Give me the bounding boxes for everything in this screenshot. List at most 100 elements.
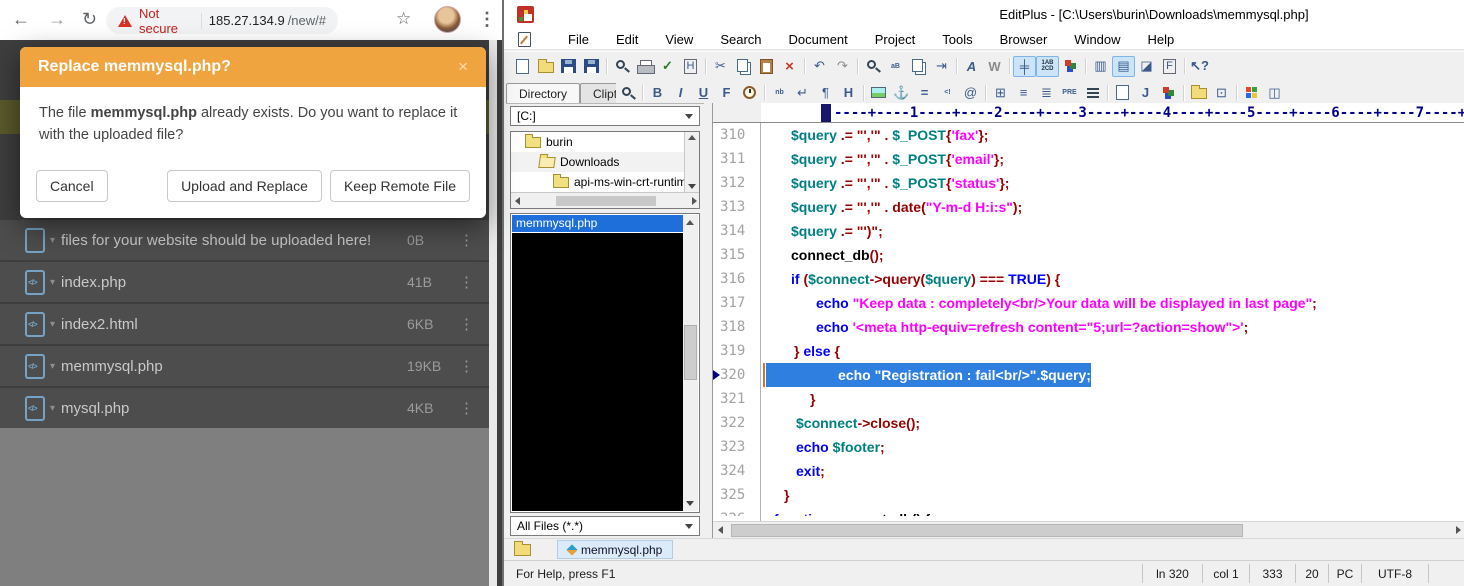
tree-horizontal-scrollbar[interactable]	[511, 192, 700, 208]
menu-browser[interactable]: Browser	[1000, 32, 1048, 47]
code-line-319[interactable]: } else {	[766, 339, 1464, 363]
scroll-down-icon[interactable]	[688, 184, 696, 189]
code-text[interactable]: $query .= "','" . $_POST{'fax'};$query .…	[766, 123, 1464, 521]
spell-check-icon[interactable]: ✓	[656, 56, 679, 77]
code-line-310[interactable]: $query .= "','" . $_POST{'fax'};	[766, 123, 1464, 147]
align-right-icon[interactable]: ≣	[1035, 82, 1058, 103]
font-icon[interactable]: F	[715, 82, 738, 103]
file-name[interactable]: memmysql.php	[61, 358, 407, 375]
font-list-icon[interactable]: A	[960, 56, 983, 77]
file-menu-icon[interactable]: ⋮	[459, 357, 489, 375]
menu-project[interactable]: Project	[875, 32, 915, 47]
menu-help[interactable]: Help	[1148, 32, 1175, 47]
bold-icon[interactable]: B	[646, 82, 669, 103]
paragraph-icon[interactable]: ¶	[814, 82, 837, 103]
selected-file-item[interactable]: memmysql.php	[512, 215, 684, 232]
file-name[interactable]: files for your website should be uploade…	[61, 232, 407, 249]
split-window-icon[interactable]: ◫	[1263, 82, 1286, 103]
scrollbar-thumb[interactable]	[556, 196, 656, 206]
nonbreaking-space-icon[interactable]: nb	[768, 82, 791, 103]
hex-view-icon[interactable]: H	[679, 56, 702, 77]
file-row[interactable]: ▾ files for your website should be upload…	[0, 220, 489, 260]
file-name[interactable]: mysql.php	[61, 400, 407, 417]
file-menu-icon[interactable]: ⋮	[459, 399, 489, 417]
view-in-browser-icon[interactable]	[616, 82, 639, 103]
code-line-323[interactable]: echo $footer;	[766, 435, 1464, 459]
tab-directory[interactable]: Directory	[506, 83, 580, 104]
file-menu-icon[interactable]: ⋮	[459, 231, 489, 249]
scroll-left-icon[interactable]	[718, 526, 723, 534]
scroll-left-icon[interactable]	[515, 197, 520, 205]
code-line-314[interactable]: $query .= "')";	[766, 219, 1464, 243]
print-preview-icon[interactable]	[610, 56, 633, 77]
find-icon[interactable]	[861, 56, 884, 77]
code-line-325[interactable]: }	[766, 483, 1464, 507]
new-file-icon[interactable]	[511, 56, 534, 77]
code-editor-area[interactable]: ----+----1----+----2----+----3----+----4…	[712, 103, 1464, 538]
browser-menu-icon[interactable]: ⋮	[478, 8, 496, 30]
file-dropdown-caret[interactable]: ▾	[50, 361, 55, 372]
toggle-output-icon[interactable]: ◪	[1135, 56, 1158, 77]
file-row[interactable]: ▾memmysql.php19KB⋮	[0, 346, 489, 386]
profile-avatar[interactable]	[434, 6, 461, 33]
new-window-icon[interactable]: ⊡	[1210, 82, 1233, 103]
file-dropdown-caret[interactable]: ▾	[50, 319, 55, 330]
address-bar[interactable]: Not secure 185.27.134.9/new/#	[106, 7, 338, 34]
color-picker-icon[interactable]	[1157, 82, 1180, 103]
heading-icon[interactable]: H	[837, 82, 860, 103]
image-icon[interactable]	[867, 82, 890, 103]
open-selected-icon[interactable]	[1187, 82, 1210, 103]
code-line-322[interactable]: $connect->close();	[766, 411, 1464, 435]
list-icon[interactable]	[1081, 82, 1104, 103]
align-center-icon[interactable]: ≡	[1012, 82, 1035, 103]
file-dropdown-caret[interactable]: ▾	[50, 277, 55, 288]
code-line-312[interactable]: $query .= "','" . $_POST{'status'};	[766, 171, 1464, 195]
code-line-311[interactable]: $query .= "','" . $_POST{'email'};	[766, 147, 1464, 171]
file-dropdown-caret[interactable]: ▾	[50, 235, 55, 246]
copy-icon[interactable]	[732, 56, 755, 77]
file-name[interactable]: index2.html	[61, 316, 407, 333]
editplus-title-bar[interactable]: EditPlus - [C:\Users\burin\Downloads\mem…	[504, 0, 1464, 30]
document-menu-icon[interactable]	[518, 32, 531, 47]
folder-icon[interactable]	[514, 544, 531, 556]
menu-file[interactable]: File	[568, 32, 589, 47]
java-icon[interactable]: J	[1134, 82, 1157, 103]
menu-window[interactable]: Window	[1074, 32, 1120, 47]
reload-button[interactable]: ↻	[82, 8, 97, 30]
menu-edit[interactable]: Edit	[616, 32, 638, 47]
scroll-right-icon[interactable]	[692, 197, 697, 205]
scroll-up-icon[interactable]	[686, 220, 694, 225]
code-line-321[interactable]: }	[766, 387, 1464, 411]
bookmark-star-icon[interactable]: ☆	[396, 8, 411, 30]
file-menu-icon[interactable]: ⋮	[459, 315, 489, 333]
browser-page-scrollbar[interactable]	[489, 40, 497, 586]
delete-icon[interactable]: ×	[778, 56, 801, 77]
scroll-up-icon[interactable]	[688, 135, 696, 140]
code-line-313[interactable]: $query .= "','" . date("Y-m-d H:i:s");	[766, 195, 1464, 219]
table-icon[interactable]: ⊞	[989, 82, 1012, 103]
tree-item-downloads[interactable]: Downloads	[511, 152, 699, 172]
file-name[interactable]: index.php	[61, 274, 407, 291]
toggle-directory-icon[interactable]: ▤	[1112, 56, 1135, 77]
file-menu-icon[interactable]: ⋮	[459, 273, 489, 291]
file-filter-select[interactable]: All Files (*.*)	[510, 516, 700, 536]
scrollbar-thumb[interactable]	[684, 325, 697, 380]
menu-search[interactable]: Search	[720, 32, 761, 47]
menu-document[interactable]: Document	[789, 32, 848, 47]
toggle-functions-icon[interactable]: F	[1158, 56, 1181, 77]
menu-view[interactable]: View	[665, 32, 693, 47]
drive-select[interactable]: [C:]	[510, 106, 700, 126]
copyright-icon[interactable]: @	[959, 82, 982, 103]
file-dropdown-caret[interactable]: ▾	[50, 403, 55, 414]
script-doc-icon[interactable]	[1111, 82, 1134, 103]
code-line-315[interactable]: connect_db();	[766, 243, 1464, 267]
save-all-icon[interactable]	[580, 56, 603, 77]
code-line-317[interactable]: echo "Keep data : completely<br/>Your da…	[766, 291, 1464, 315]
syntax-doc-icon[interactable]	[1059, 56, 1082, 77]
dialog-close-icon[interactable]: ×	[458, 57, 468, 77]
open-file-icon[interactable]	[534, 56, 557, 77]
file-row[interactable]: ▾mysql.php4KB⋮	[0, 388, 489, 428]
tree-item-burin[interactable]: burin	[511, 132, 699, 152]
code-line-324[interactable]: exit;	[766, 459, 1464, 483]
html-colors-icon[interactable]	[1240, 82, 1263, 103]
